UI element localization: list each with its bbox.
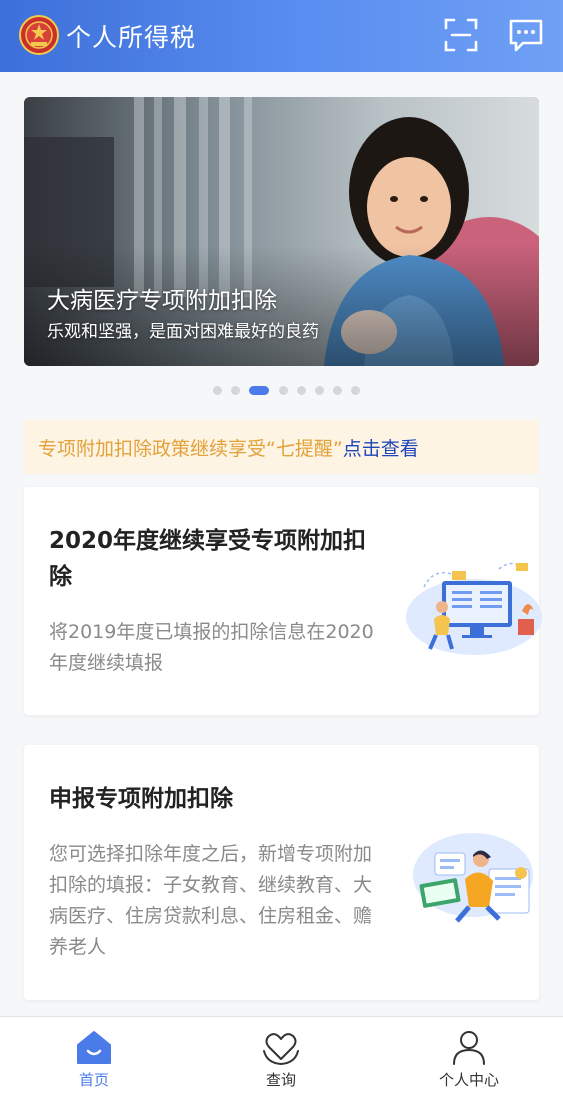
card-description: 将2019年度已填报的扣除信息在2020年度继续填报	[49, 621, 374, 674]
computer-illustration-icon	[406, 562, 542, 655]
promo-banner[interactable]: 大病医疗专项附加扣除 乐观和坚强，是面对困难最好的良药	[24, 97, 539, 366]
banner-pager	[0, 384, 563, 396]
app-title: 个人所得税	[66, 23, 197, 52]
pager-dot[interactable]	[315, 386, 324, 395]
notice-link[interactable]: 点击查看	[343, 438, 419, 460]
home-icon	[77, 1031, 111, 1064]
bottom-navigation: 首页 查询 个人中心	[0, 1016, 563, 1102]
pager-dot[interactable]	[351, 386, 360, 395]
pager-dot[interactable]	[213, 386, 222, 395]
emblem-icon	[19, 15, 59, 55]
card-description: 您可选择扣除年度之后，新增专项附加扣除的填报：子女教育、继续教育、大病医疗、住房…	[49, 843, 373, 958]
scan-icon[interactable]	[442, 16, 480, 54]
user-icon	[453, 1031, 485, 1065]
nav-item-profile[interactable]: 个人中心	[409, 1017, 529, 1102]
pager-dot[interactable]	[333, 386, 342, 395]
notice-text: 专项附加扣除政策继续享受“七提醒”	[38, 438, 343, 460]
declare-deduction-card[interactable]: 申报专项附加扣除 您可选择扣除年度之后，新增专项附加扣除的填报：子女教育、继续教…	[24, 745, 539, 1000]
card-title: 申报专项附加扣除	[49, 786, 233, 812]
form-filling-illustration-icon	[413, 833, 533, 923]
nav-label-profile: 个人中心	[438, 1071, 499, 1089]
card-title: 2020年度继续享受专项附加扣除	[49, 528, 367, 590]
nav-item-query[interactable]: 查询	[221, 1017, 341, 1102]
app-header: 个人所得税	[0, 0, 563, 72]
banner-subtitle: 乐观和坚强，是面对困难最好的良药	[47, 322, 319, 342]
message-icon[interactable]	[507, 16, 545, 54]
continue-deduction-card[interactable]: 2020年度继续享受专项附加扣除 将2019年度已填报的扣除信息在2020年度继…	[24, 487, 542, 715]
banner-title: 大病医疗专项附加扣除	[47, 288, 277, 314]
nav-label-home: 首页	[78, 1071, 109, 1089]
notice-text-container: 专项附加扣除政策继续享受“七提醒”点击查看	[38, 434, 419, 461]
pager-dot[interactable]	[297, 386, 306, 395]
pager-dot[interactable]	[279, 386, 288, 395]
pager-dot-active[interactable]	[249, 386, 269, 395]
nav-item-home[interactable]: 首页	[34, 1017, 154, 1102]
pager-dot[interactable]	[231, 386, 240, 395]
heart-hands-icon	[263, 1033, 299, 1066]
policy-notice[interactable]: 专项附加扣除政策继续享受“七提醒”点击查看	[24, 420, 539, 474]
nav-label-query: 查询	[265, 1071, 296, 1089]
